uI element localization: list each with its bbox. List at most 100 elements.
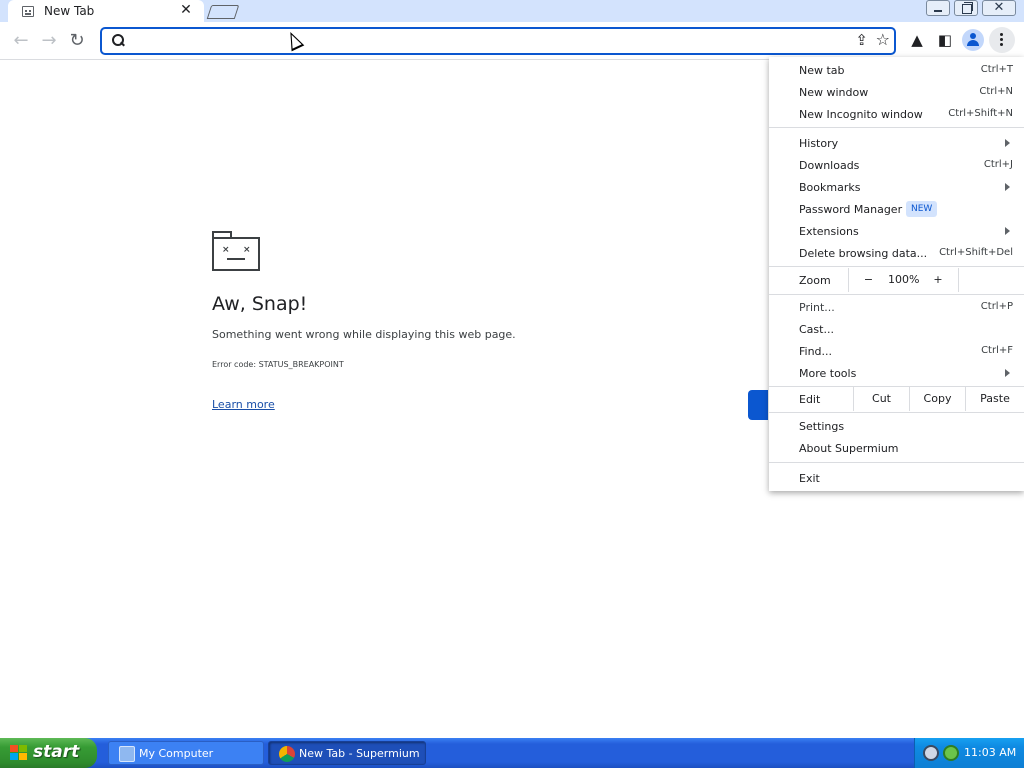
address-input[interactable] — [132, 31, 832, 51]
tab-new-tab[interactable]: New Tab ✕ — [8, 0, 204, 22]
menu-item-print[interactable]: Print... Ctrl+P — [769, 296, 1024, 318]
submenu-arrow-icon — [1005, 369, 1010, 377]
window-controls: ✕ — [924, 0, 1016, 16]
system-tray: 11:03 AM — [914, 738, 1024, 768]
sad-eye-left: × — [222, 245, 230, 255]
menu-item-label: Exit — [799, 472, 820, 485]
labs-flask-icon[interactable]: ▲ — [906, 29, 928, 51]
side-panel-icon[interactable]: ◧ — [934, 29, 956, 51]
sad-mouth — [227, 258, 245, 260]
back-button[interactable]: ← — [8, 28, 34, 54]
menu-dot — [1000, 33, 1003, 36]
taskbar-item-label: My Computer — [139, 747, 214, 760]
share-icon[interactable]: ⇪ — [855, 31, 868, 49]
zoom-out-button[interactable]: − — [848, 268, 888, 292]
menu-dot — [1000, 38, 1003, 41]
chrome-menu-button[interactable] — [989, 27, 1015, 53]
menu-item-new-incognito-window[interactable]: New Incognito window Ctrl+Shift+N — [769, 103, 1024, 125]
new-tab-button[interactable] — [206, 5, 240, 19]
reload-button[interactable]: ↻ — [64, 28, 90, 54]
menu-item-shortcut: Ctrl+Shift+Del — [939, 247, 1013, 258]
forward-button[interactable]: → — [36, 28, 62, 54]
menu-item-exit[interactable]: Exit — [769, 467, 1024, 489]
copy-button[interactable]: Copy — [909, 387, 965, 411]
menu-item-shortcut: Ctrl+J — [983, 159, 1013, 170]
menu-item-extensions[interactable]: Extensions — [769, 220, 1024, 242]
menu-item-label: Print... — [799, 301, 835, 314]
sad-eye-right: × — [243, 245, 251, 255]
error-code: Error code: STATUS_BREAKPOINT — [212, 360, 344, 369]
paste-button[interactable]: Paste — [965, 387, 1024, 411]
menu-item-label: About Supermium — [799, 442, 899, 455]
restore-button[interactable] — [954, 0, 978, 16]
profile-avatar-icon[interactable] — [962, 29, 984, 51]
submenu-arrow-icon — [1005, 227, 1010, 235]
menu-item-label: Delete browsing data... — [799, 247, 928, 260]
start-button[interactable]: start — [0, 738, 97, 768]
menu-item-label: Password Manager — [799, 203, 903, 216]
minimize-button[interactable] — [926, 0, 950, 16]
sad-tab-favicon-icon — [22, 6, 34, 17]
menu-item-downloads[interactable]: Downloads Ctrl+J — [769, 154, 1024, 176]
zoom-label: Zoom — [799, 274, 831, 287]
menu-item-label: Find... — [799, 345, 833, 358]
reload-page-button[interactable] — [748, 390, 768, 420]
menu-item-label: Bookmarks — [799, 181, 861, 194]
browser-toolbar: ← → ↻ ⇪ ☆ ▲ ◧ — [0, 22, 1024, 60]
menu-item-about[interactable]: About Supermium — [769, 437, 1024, 459]
taskbar-item-my-computer[interactable]: My Computer — [108, 741, 264, 765]
zoom-in-button[interactable]: + — [918, 268, 958, 292]
taskbar-item-supermium[interactable]: New Tab - Supermium — [268, 741, 426, 765]
tab-title: New Tab — [44, 4, 95, 18]
learn-more-link[interactable]: Learn more — [212, 398, 275, 411]
menu-item-settings[interactable]: Settings — [769, 415, 1024, 437]
computer-icon — [119, 746, 135, 762]
windows-logo-icon — [10, 745, 28, 761]
menu-separator — [769, 127, 1024, 128]
menu-item-label: More tools — [799, 367, 857, 380]
menu-item-shortcut: Ctrl+N — [979, 86, 1013, 97]
menu-item-find[interactable]: Find... Ctrl+F — [769, 340, 1024, 362]
search-icon — [110, 32, 126, 48]
menu-item-more-tools[interactable]: More tools — [769, 362, 1024, 384]
start-label: start — [33, 742, 80, 762]
menu-item-label: New window — [799, 86, 869, 99]
menu-item-label: Extensions — [799, 225, 859, 238]
menu-item-label: New Incognito window — [799, 108, 923, 121]
tab-close-icon[interactable]: ✕ — [178, 2, 194, 18]
error-title: Aw, Snap! — [212, 293, 308, 315]
menu-item-label: New tab — [799, 64, 845, 77]
clock: 11:03 AM — [964, 746, 1017, 759]
menu-item-cast[interactable]: Cast... — [769, 318, 1024, 340]
sad-tab-icon: × × — [212, 231, 260, 271]
menu-dot — [1000, 43, 1003, 46]
zoom-row: Zoom − 100% + — [769, 268, 1024, 292]
tray-network-icon[interactable] — [943, 745, 959, 761]
close-window-button[interactable]: ✕ — [982, 0, 1016, 16]
omnibox[interactable]: ⇪ ☆ — [100, 27, 896, 55]
menu-item-password-manager[interactable]: Password Manager NEW — [769, 198, 1024, 220]
browser-icon — [279, 746, 295, 762]
zoom-level: 100% — [888, 273, 920, 286]
menu-item-label: Downloads — [799, 159, 860, 172]
new-badge: NEW — [906, 201, 938, 217]
chrome-main-menu: New tab Ctrl+T New window Ctrl+N New Inc… — [769, 57, 1024, 491]
menu-separator — [769, 412, 1024, 413]
fullscreen-button[interactable] — [958, 268, 1024, 292]
menu-item-history[interactable]: History — [769, 132, 1024, 154]
error-message: Something went wrong while displaying th… — [212, 328, 516, 341]
menu-item-shortcut: Ctrl+Shift+N — [948, 108, 1013, 119]
submenu-arrow-icon — [1005, 183, 1010, 191]
tray-shield-icon[interactable] — [923, 745, 939, 761]
bookmark-star-icon[interactable]: ☆ — [876, 30, 890, 49]
menu-item-new-tab[interactable]: New tab Ctrl+T — [769, 59, 1024, 81]
cut-button[interactable]: Cut — [853, 387, 909, 411]
menu-item-new-window[interactable]: New window Ctrl+N — [769, 81, 1024, 103]
tab-strip: New Tab ✕ ✕ — [0, 0, 1024, 22]
menu-item-bookmarks[interactable]: Bookmarks — [769, 176, 1024, 198]
menu-item-label: Cast... — [799, 323, 834, 336]
menu-item-delete-browsing-data[interactable]: Delete browsing data... Ctrl+Shift+Del — [769, 242, 1024, 264]
submenu-arrow-icon — [1005, 139, 1010, 147]
edit-label: Edit — [799, 393, 821, 406]
menu-separator — [769, 462, 1024, 463]
